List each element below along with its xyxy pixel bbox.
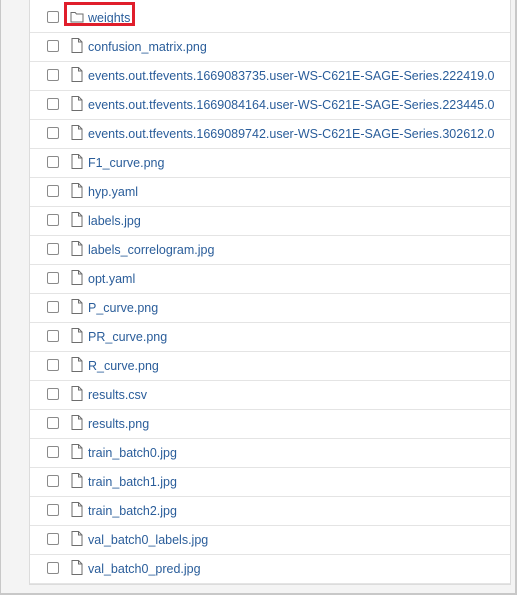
file-link[interactable]: F1_curve.png (88, 155, 164, 171)
row-select-checkbox[interactable] (47, 533, 59, 545)
row-select-checkbox[interactable] (47, 359, 59, 371)
file-icon (70, 269, 84, 286)
file-link[interactable]: val_batch0_labels.jpg (88, 532, 208, 548)
file-icon (70, 414, 84, 431)
folder-icon (70, 8, 84, 25)
file-browser-frame: weights confusion_matrix.png events.out.tf… (0, 0, 517, 595)
file-link[interactable]: labels_correlogram.jpg (88, 242, 214, 258)
file-row[interactable]: hyp.yaml (30, 178, 510, 207)
file-link[interactable]: confusion_matrix.png (88, 39, 207, 55)
file-link[interactable]: hyp.yaml (88, 184, 138, 200)
file-icon (70, 501, 84, 518)
file-icon (70, 327, 84, 344)
file-icon (70, 240, 84, 257)
folder-row[interactable]: weights (30, 2, 510, 33)
file-row[interactable]: R_curve.png (30, 352, 510, 381)
file-link[interactable]: R_curve.png (88, 358, 159, 374)
row-select-checkbox[interactable] (47, 243, 59, 255)
file-link[interactable]: events.out.tfevents.1669083735.user-WS-C… (88, 68, 495, 84)
row-select-checkbox[interactable] (47, 214, 59, 226)
file-icon (70, 356, 84, 373)
file-row[interactable]: train_batch1.jpg (30, 468, 510, 497)
file-link[interactable]: events.out.tfevents.1669089742.user-WS-C… (88, 126, 495, 142)
file-row[interactable]: events.out.tfevents.1669084164.user-WS-C… (30, 91, 510, 120)
file-row[interactable]: train_batch2.jpg (30, 497, 510, 526)
row-select-checkbox[interactable] (47, 272, 59, 284)
folder-link[interactable]: weights (88, 10, 130, 26)
file-link[interactable]: train_batch2.jpg (88, 503, 177, 519)
file-link[interactable]: train_batch0.jpg (88, 445, 177, 461)
file-icon (70, 385, 84, 402)
file-icon (70, 559, 84, 576)
file-row[interactable]: PR_curve.png (30, 323, 510, 352)
file-link[interactable]: events.out.tfevents.1669084164.user-WS-C… (88, 97, 495, 113)
row-select-checkbox[interactable] (47, 562, 59, 574)
file-link[interactable]: labels.jpg (88, 213, 141, 229)
file-row[interactable]: train_batch0.jpg (30, 439, 510, 468)
row-select-checkbox[interactable] (47, 504, 59, 516)
file-row[interactable]: confusion_matrix.png (30, 33, 510, 62)
file-row[interactable]: labels.jpg (30, 207, 510, 236)
row-select-checkbox[interactable] (47, 475, 59, 487)
row-select-checkbox[interactable] (47, 98, 59, 110)
file-icon (70, 530, 84, 547)
row-select-checkbox[interactable] (47, 388, 59, 400)
row-select-checkbox[interactable] (47, 69, 59, 81)
file-row[interactable]: opt.yaml (30, 265, 510, 294)
file-icon (70, 37, 84, 54)
file-link[interactable]: P_curve.png (88, 300, 158, 316)
file-row[interactable]: val_batch0_pred.jpg (30, 555, 510, 584)
row-select-checkbox[interactable] (47, 40, 59, 52)
file-row[interactable]: labels_correlogram.jpg (30, 236, 510, 265)
row-select-checkbox[interactable] (47, 156, 59, 168)
file-link[interactable]: val_batch0_pred.jpg (88, 561, 201, 577)
row-select-checkbox[interactable] (47, 11, 59, 23)
file-icon (70, 211, 84, 228)
file-row[interactable]: val_batch0_labels.jpg (30, 526, 510, 555)
row-select-checkbox[interactable] (47, 301, 59, 313)
row-select-checkbox[interactable] (47, 185, 59, 197)
file-row[interactable]: results.png (30, 410, 510, 439)
file-icon (70, 66, 84, 83)
file-link[interactable]: PR_curve.png (88, 329, 167, 345)
file-link[interactable]: train_batch1.jpg (88, 474, 177, 490)
row-select-checkbox[interactable] (47, 417, 59, 429)
file-list: weights confusion_matrix.png events.out.tf… (29, 0, 511, 585)
file-icon (70, 182, 84, 199)
file-row[interactable]: results.csv (30, 381, 510, 410)
file-link[interactable]: results.png (88, 416, 149, 432)
file-row[interactable]: events.out.tfevents.1669089742.user-WS-C… (30, 120, 510, 149)
file-row[interactable]: P_curve.png (30, 294, 510, 323)
file-icon (70, 472, 84, 489)
file-row[interactable]: events.out.tfevents.1669083735.user-WS-C… (30, 62, 510, 91)
file-link[interactable]: opt.yaml (88, 271, 135, 287)
file-row[interactable]: F1_curve.png (30, 149, 510, 178)
row-select-checkbox[interactable] (47, 127, 59, 139)
file-icon (70, 124, 84, 141)
file-icon (70, 298, 84, 315)
file-icon (70, 95, 84, 112)
file-link[interactable]: results.csv (88, 387, 147, 403)
file-icon (70, 153, 84, 170)
row-select-checkbox[interactable] (47, 330, 59, 342)
file-icon (70, 443, 84, 460)
row-select-checkbox[interactable] (47, 446, 59, 458)
